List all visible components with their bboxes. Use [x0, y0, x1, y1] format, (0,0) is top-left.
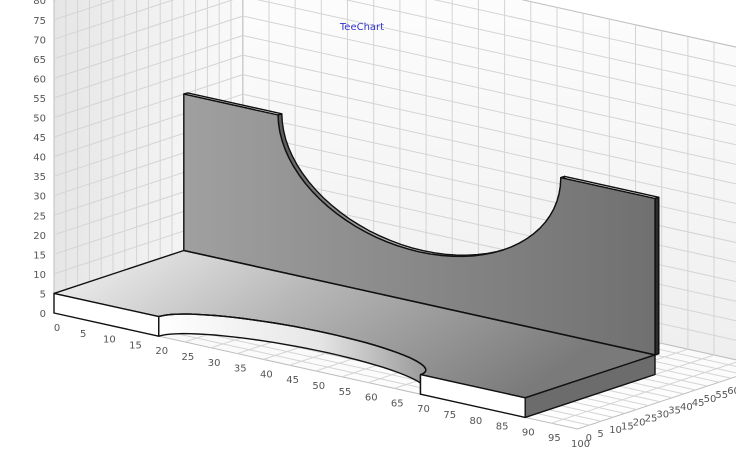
y-tick-label: 65	[33, 55, 46, 66]
y-tick-label: 25	[33, 211, 46, 222]
y-tick-label: 40	[33, 153, 46, 164]
x-tick-label: 95	[548, 433, 561, 444]
x-tick-label: 70	[417, 404, 430, 415]
x-tick-label: 40	[260, 369, 273, 380]
y-tick-label: 75	[33, 16, 46, 27]
y-tick-label: 70	[33, 35, 46, 46]
z-tick-label: 60	[727, 386, 736, 397]
chart-title: TeeChart	[339, 22, 384, 33]
x-tick-label: 35	[234, 364, 247, 375]
x-tick-label: 85	[496, 422, 509, 433]
x-tick-label: 25	[182, 352, 195, 363]
surface-chart[interactable]: 0510152025303540455055606570758005101520…	[0, 0, 736, 473]
y-tick-label: 20	[33, 231, 46, 242]
y-tick-label: 5	[40, 289, 46, 300]
y-tick-label: 80	[33, 0, 46, 7]
x-tick-label: 50	[312, 381, 325, 392]
x-tick-label: 15	[129, 340, 142, 351]
chart-root: 0 5 10 15 20 25 30 35 40 45 50 55 60 65 70 75 80 0 5 10 15 20…	[0, 0, 736, 473]
x-tick-label: 0	[54, 323, 60, 334]
x-tick-label: 10	[103, 335, 116, 346]
x-tick-label: 30	[208, 358, 221, 369]
y-tick-label: 10	[33, 270, 46, 281]
x-tick-label: 60	[365, 393, 378, 404]
y-tick-label: 60	[33, 74, 46, 85]
y-tick-label: 45	[33, 133, 46, 144]
x-tick-label: 90	[522, 427, 535, 438]
x-tick-label: 75	[443, 410, 456, 421]
x-tick-label: 20	[155, 346, 168, 357]
y-tick-label: 30	[33, 192, 46, 203]
y-tick-label: 55	[33, 94, 46, 105]
y-tick-label: 15	[33, 250, 46, 261]
z-tick-label: 5	[597, 429, 603, 440]
y-tick-label: 0	[40, 309, 46, 320]
x-tick-label: 55	[339, 387, 352, 398]
x-tick-label: 65	[391, 398, 404, 409]
x-tick-label: 45	[286, 375, 299, 386]
y-tick-label: 35	[33, 172, 46, 183]
y-tick-label: 50	[33, 114, 46, 125]
x-tick-label: 5	[80, 329, 86, 340]
z-tick-label: 0	[586, 433, 592, 444]
x-tick-label: 80	[470, 416, 483, 427]
